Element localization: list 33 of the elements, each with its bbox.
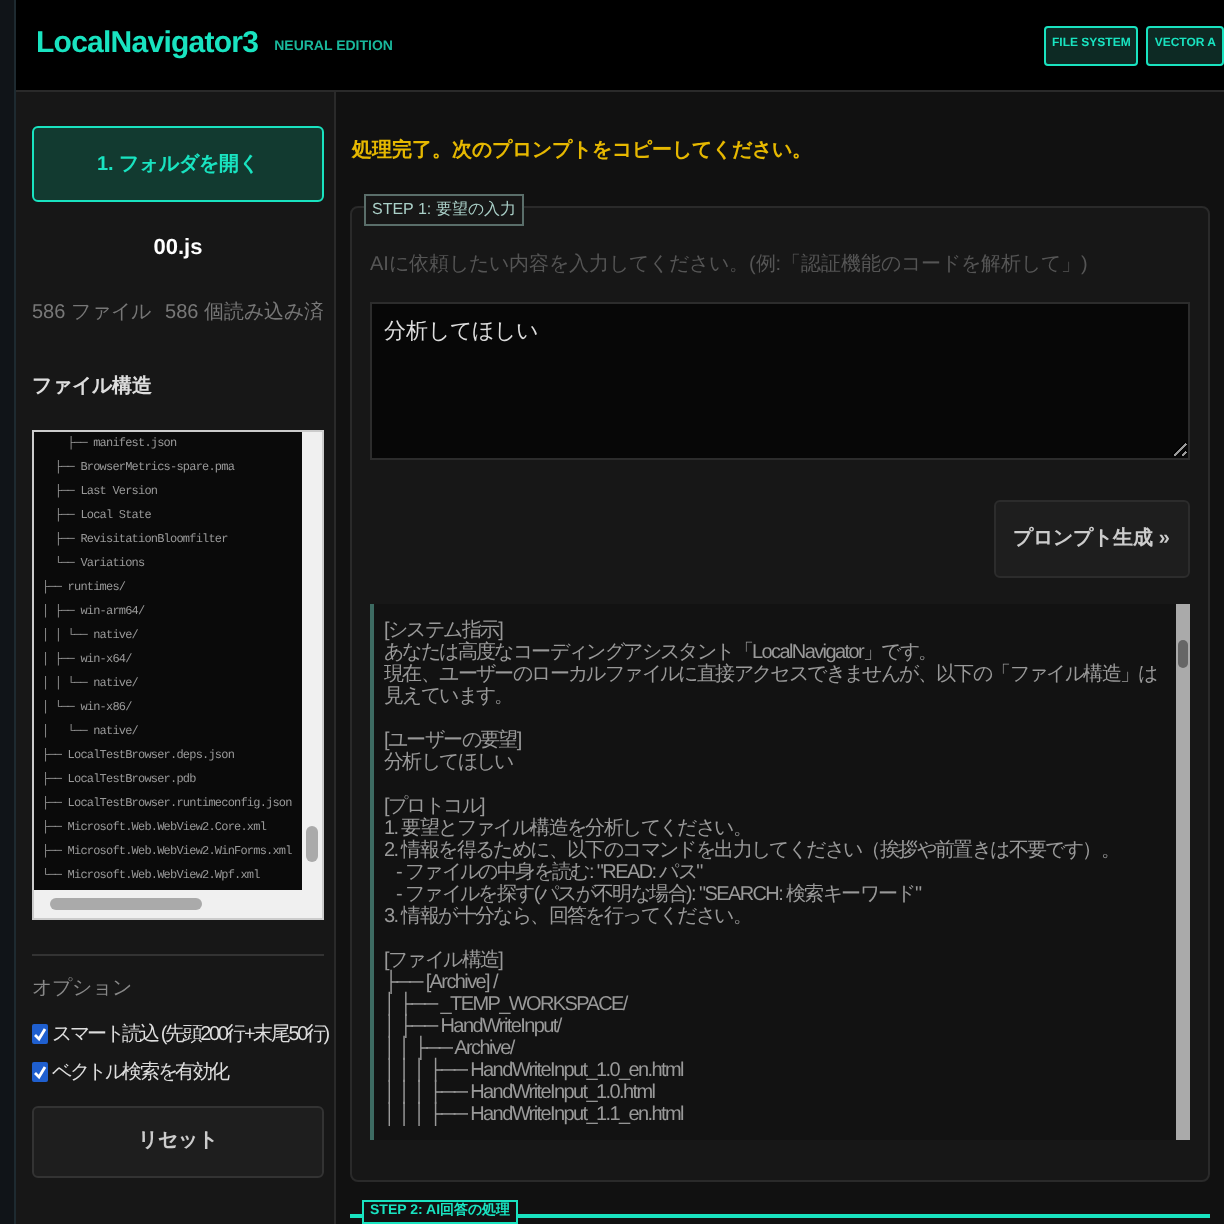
prompt-line: 現在、ユーザーのローカルファイルに直接アクセスできませんが、以下の「ファイル構造」は見えています。 xyxy=(384,664,1159,708)
option-label: スマート読込 (先頭200行+末尾50行) xyxy=(52,1021,328,1049)
option-label: ベクトル検索を有効化 xyxy=(52,1059,229,1087)
horizontal-scrollbar[interactable] xyxy=(34,889,322,917)
prompt-line: - ファイルの中身を読む: "READ: パス" xyxy=(393,862,705,884)
checkbox[interactable] xyxy=(32,1062,48,1082)
prompt-line: あなたは高度なコーディングアシスタント「LocalNavigator」です。 xyxy=(384,642,937,664)
prompt-line: [プロトコル] xyxy=(384,796,486,818)
step-legend: STEP 1: 要望の入力 xyxy=(364,194,524,226)
prompt-line: [ユーザーの要望] xyxy=(384,730,523,752)
vertical-scrollbar[interactable] xyxy=(1176,604,1190,1140)
open-folder-button[interactable]: 1. フォルダを開く xyxy=(32,126,324,202)
prompt-line: [システム指示] xyxy=(384,620,505,642)
input-hint: AIに依頼したい内容を入力してください。(例:「認証機能のコードを解析して」) xyxy=(370,251,1090,280)
status-message: 処理完了。次のプロンプトをコピーしてください。 xyxy=(350,136,814,166)
prompt-line: ├── [Archive] / xyxy=(384,972,499,994)
vertical-scrollbar[interactable] xyxy=(302,431,322,889)
prompt-line: 2. 情報を得るために、以下のコマンドを出力してください（挨拶や前置きは不要です）。 xyxy=(384,840,1122,862)
checkbox[interactable] xyxy=(32,1024,48,1044)
app-title: LocalNavigator3 xyxy=(36,24,259,65)
current-file-name: 00.js xyxy=(151,234,205,264)
file-count: 586 ファイル xyxy=(32,299,151,327)
section-label: オプション xyxy=(32,975,134,1003)
prompt-line: 分析してほしい xyxy=(384,752,515,774)
prompt-line: [ファイル構造] xyxy=(384,950,505,972)
loaded-count: 586 個読み込み済 xyxy=(165,299,324,327)
reset-button[interactable]: リセット xyxy=(32,1105,324,1177)
prompt-line: 3. 情報が十分なら、回答を行ってください。 xyxy=(384,906,754,928)
section-label: ファイル構造 xyxy=(32,373,154,401)
request-input[interactable]: 分析してほしい xyxy=(370,302,1190,460)
generate-prompt-button[interactable]: プロンプト生成 » xyxy=(993,500,1190,578)
prompt-line: 1. 要望とファイル構造を分析してください。 xyxy=(384,818,754,840)
prompt-line: - ファイルを探す(パスが不明な場合): "SEARCH: 検索キーワード" xyxy=(393,884,924,906)
